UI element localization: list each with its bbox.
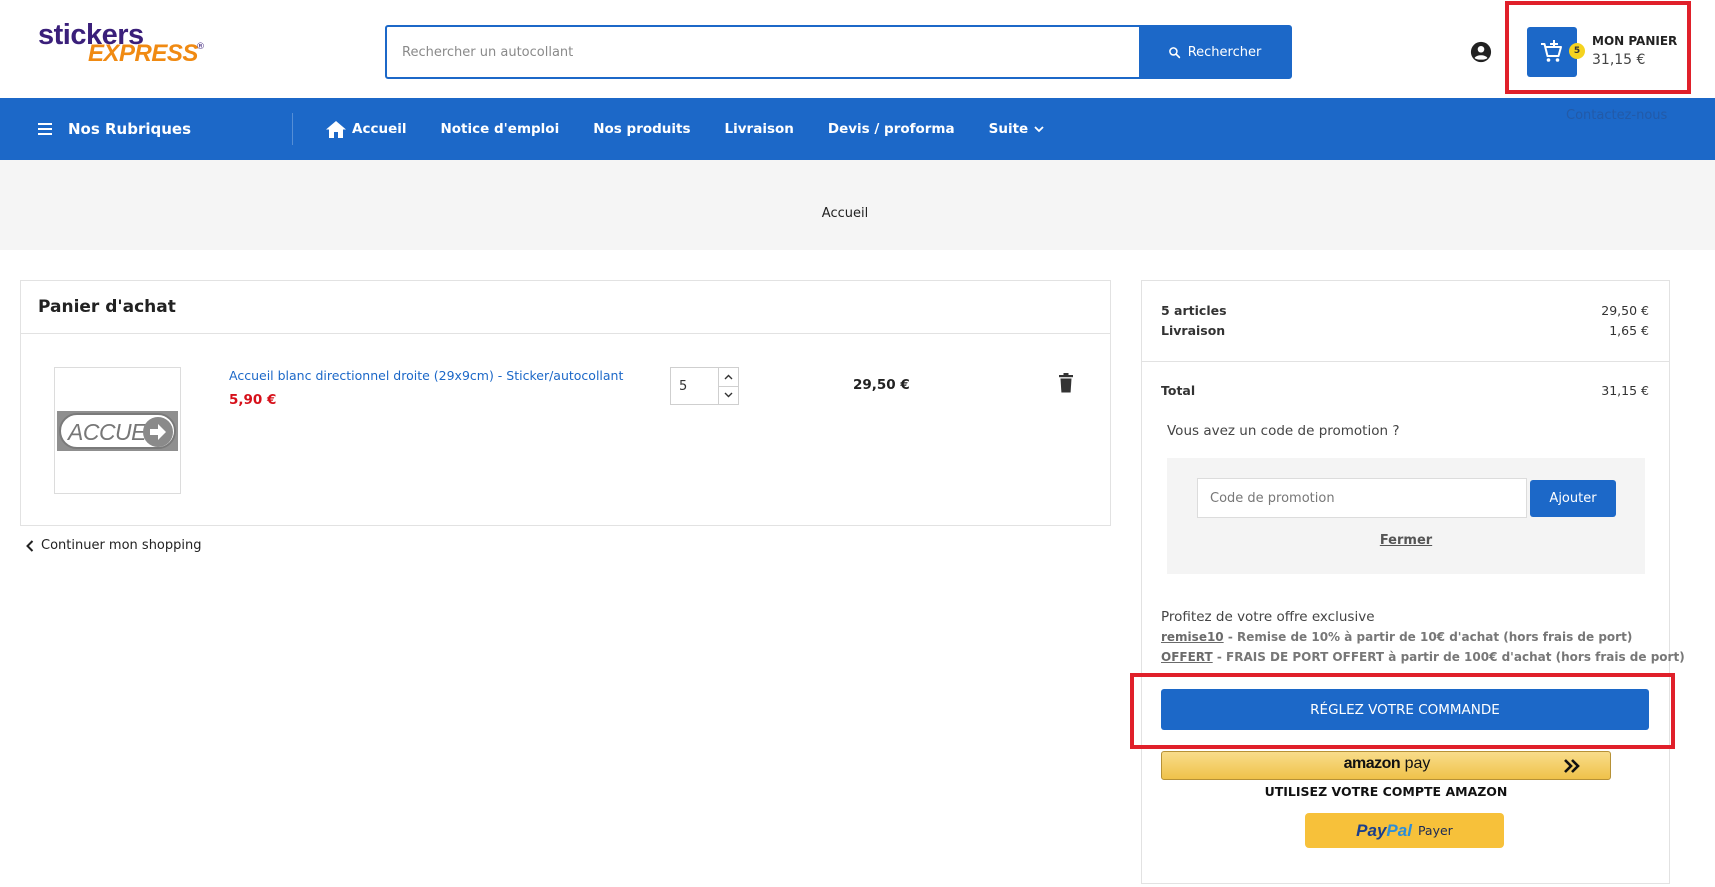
product-image[interactable]: ACCUEIL: [54, 367, 181, 494]
order-summary: 5 articles 29,50 € Livraison 1,65 € Tota…: [1141, 280, 1685, 884]
nav-rubriques[interactable]: Nos Rubriques: [38, 98, 191, 160]
cart-panel-title: Panier d'achat: [38, 297, 176, 317]
nav-item-label: Accueil: [352, 121, 407, 137]
offer-code[interactable]: remise10: [1161, 630, 1224, 644]
nav-menu: Accueil Notice d'emploi Nos produits Liv…: [326, 98, 1078, 160]
promo-box: Ajouter Fermer: [1167, 458, 1645, 574]
summary-articles-value: 29,50 €: [1601, 303, 1649, 318]
offer-line: remise10 - Remise de 10% à partir de 10€…: [1161, 630, 1632, 644]
double-chevron-right-icon: [1564, 759, 1580, 773]
highlight-cart-box: [1505, 1, 1691, 94]
continue-shopping-label: Continuer mon shopping: [41, 538, 202, 553]
nav-item-label: Devis / proforma: [827, 121, 955, 137]
offer-code[interactable]: OFFERT: [1161, 650, 1213, 664]
hamburger-menu-icon: [38, 123, 52, 135]
search-button-label: Rechercher: [1187, 44, 1262, 60]
home-icon: [326, 120, 346, 138]
site-header: stickers EXPRESS ® Rechercher 5 MON PANI…: [0, 0, 1715, 98]
product-unit-price: 5,90 €: [229, 392, 277, 408]
summary-shipping-label: Livraison: [1161, 323, 1226, 338]
nav-divider: [292, 113, 293, 145]
product-name-link[interactable]: Accueil blanc directionnel droite (29x9c…: [229, 368, 623, 383]
summary-shipping-value: 1,65 €: [1609, 323, 1649, 338]
main-nav: Nos Rubriques Accueil Notice d'emploi No…: [0, 98, 1715, 160]
summary-total-row: Total 31,15 €: [1161, 383, 1649, 398]
nav-contact-link[interactable]: Contactez-nous: [1566, 108, 1667, 123]
promo-code-input[interactable]: [1197, 478, 1527, 518]
logo-line-2: EXPRESS: [88, 40, 198, 67]
nav-item-suite[interactable]: Suite: [989, 121, 1045, 137]
paypal-logo: PayPal: [1356, 821, 1412, 841]
quantity-arrows: [718, 368, 738, 404]
nav-item-label: Suite: [988, 121, 1029, 137]
site-logo[interactable]: stickers EXPRESS ®: [38, 20, 208, 67]
paypal-button[interactable]: PayPal Payer: [1305, 813, 1504, 848]
highlight-checkout-button: [1130, 673, 1675, 749]
promo-question: Vous avez un code de promotion ?: [1167, 423, 1400, 439]
cart-panel-header: Panier d'achat: [21, 281, 1110, 334]
quantity-increase-button[interactable]: [719, 368, 738, 387]
logo-registered-mark: ®: [196, 42, 205, 52]
nav-item-produits[interactable]: Nos produits: [593, 121, 690, 137]
quantity-stepper: 5: [670, 367, 739, 405]
trash-icon[interactable]: [1058, 373, 1074, 393]
nav-item-livraison[interactable]: Livraison: [725, 121, 794, 137]
summary-articles-row: 5 articles 29,50 €: [1161, 303, 1649, 318]
summary-total-label: Total: [1161, 383, 1196, 398]
chevron-left-icon: [26, 539, 34, 552]
search-button[interactable]: Rechercher: [1139, 27, 1290, 77]
promo-close-link[interactable]: Fermer: [1167, 533, 1645, 548]
nav-item-accueil[interactable]: Accueil: [326, 120, 407, 138]
nav-item-label: Notice d'emploi: [440, 121, 560, 137]
search-icon: [1168, 46, 1180, 58]
amazon-pay-logo: amazon pay: [1162, 755, 1612, 773]
amazon-pay-logo-brand: amazon: [1343, 755, 1401, 772]
amazon-pay-caption: UTILISEZ VOTRE COMPTE AMAZON: [1264, 784, 1508, 799]
offer-text: - Remise de 10% à partir de 10€ d'achat …: [1223, 630, 1633, 644]
continue-shopping-link[interactable]: Continuer mon shopping: [26, 538, 202, 553]
amazon-pay-button[interactable]: amazon pay: [1161, 751, 1611, 780]
offer-line: OFFERT - FRAIS DE PORT OFFERT à partir d…: [1161, 650, 1685, 664]
nav-item-label: Livraison: [724, 121, 794, 137]
quantity-decrease-button[interactable]: [719, 387, 738, 405]
chevron-down-icon: [724, 392, 733, 398]
search-bar: Rechercher: [385, 25, 1292, 79]
paypal-logo-pay: Pay: [1356, 820, 1387, 840]
paypal-logo-pal: Pal: [1386, 820, 1412, 840]
arrow-right-circle-icon: [143, 417, 173, 447]
summary-articles-label: 5 articles: [1161, 303, 1227, 318]
quantity-input[interactable]: 5: [671, 368, 718, 404]
summary-total-value: 31,15 €: [1601, 383, 1649, 398]
paypal-label: Payer: [1417, 823, 1453, 838]
amazon-pay-logo-pay: pay: [1400, 755, 1431, 772]
breadcrumb: Accueil: [0, 160, 1715, 250]
chevron-up-icon: [724, 374, 733, 380]
product-line-total: 29,50 €: [853, 377, 910, 393]
arrow-right-icon: [150, 424, 166, 440]
nav-item-devis[interactable]: Devis / proforma: [828, 121, 955, 137]
offer-text: - FRAIS DE PORT OFFERT à partir de 100€ …: [1212, 650, 1685, 664]
account-circle-icon[interactable]: [1470, 41, 1492, 63]
product-sign: ACCUEIL: [57, 411, 178, 451]
promo-add-button[interactable]: Ajouter: [1530, 480, 1616, 517]
summary-divider: [1142, 361, 1669, 362]
cart-panel: Panier d'achat ACCUEIL Accueil blanc dir…: [20, 280, 1111, 526]
nav-item-notice[interactable]: Notice d'emploi: [440, 121, 559, 137]
summary-shipping-row: Livraison 1,65 €: [1161, 323, 1649, 338]
nav-rubriques-label: Nos Rubriques: [68, 120, 192, 138]
breadcrumb-current: Accueil: [821, 206, 869, 221]
offer-title: Profitez de votre offre exclusive: [1161, 609, 1375, 625]
nav-item-label: Nos produits: [593, 121, 691, 137]
search-input[interactable]: [387, 27, 1139, 77]
product-sign-plate: ACCUEIL: [59, 413, 176, 449]
chevron-down-icon: [1034, 125, 1044, 132]
